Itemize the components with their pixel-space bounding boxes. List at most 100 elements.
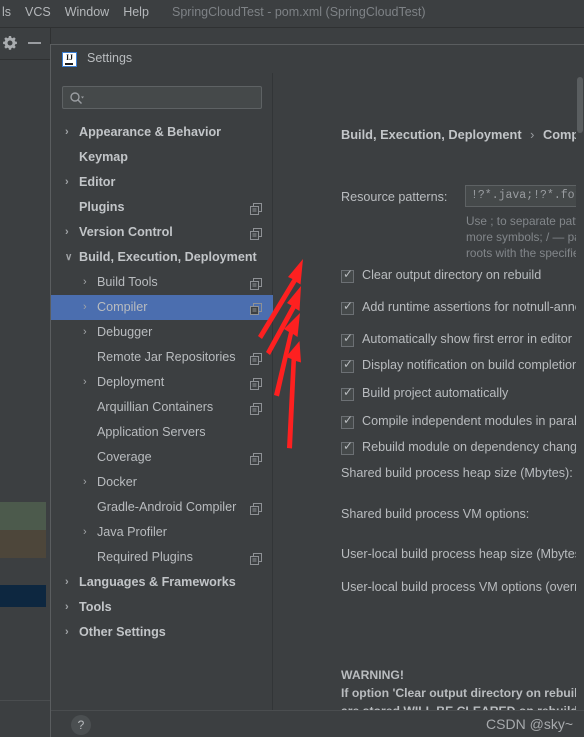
chevron-down-icon[interactable]: ∨ [65,245,72,270]
chevron-right-icon[interactable]: › [83,520,87,545]
checkbox-box[interactable]: ✓ [341,413,354,429]
check-icon: ✓ [343,299,354,313]
search-icon [69,91,84,106]
tree-item-application-servers[interactable]: Application Servers [51,420,273,445]
menu-item-ls[interactable]: ls [2,5,11,19]
tree-item-tools[interactable]: › Tools [51,595,273,620]
checkbox-label: Rebuild module on dependency change [362,440,584,454]
tree-item-keymap[interactable]: Keymap [51,145,273,170]
tree-item-label: Appearance & Behavior [79,125,222,139]
module-config-icon [250,350,263,365]
tree-item-label: Build, Execution, Deployment [79,250,257,264]
ide-bottom-strip [0,700,51,737]
intellij-logo-underline [65,62,73,65]
tree-item-label: Required Plugins [97,550,193,564]
tree-item-java-profiler[interactable]: › Java Profiler [51,520,273,545]
check-icon: ✓ [343,413,354,427]
help-button[interactable]: ? [71,715,91,735]
tree-item-compiler[interactable]: › Compiler [51,295,273,320]
tree-item-label: Application Servers [97,425,206,439]
ide-tool-strip [0,28,51,59]
tree-item-coverage[interactable]: Coverage [51,445,273,470]
check-icon: ✓ [343,331,354,345]
field-label-3: User-local build process heap size (Mbyt… [341,547,584,561]
tree-item-deployment[interactable]: › Deployment [51,370,273,395]
chevron-right-icon[interactable]: › [83,295,87,320]
breadcrumb-separator: › [530,127,535,142]
tree-item-label: Arquillian Containers [97,400,214,414]
chevron-right-icon[interactable]: › [65,170,69,195]
module-config-icon [250,550,263,565]
settings-tree[interactable]: › Appearance & Behavior Keymap › Editor Plugi… [51,120,273,645]
gear-icon[interactable] [2,35,18,51]
module-config-icon [250,500,263,515]
tree-item-arquillian-containers[interactable]: Arquillian Containers [51,395,273,420]
search-input[interactable] [62,86,262,109]
tree-item-editor[interactable]: › Editor [51,170,273,195]
chevron-right-icon[interactable]: › [65,120,69,145]
tree-item-languages-frameworks[interactable]: › Languages & Frameworks [51,570,273,595]
checkbox-box[interactable]: ✓ [341,440,354,455]
checkbox-box[interactable]: ✓ [341,267,354,283]
dialog-footer: ? CSDN @sky~ [51,710,584,737]
minimize-icon[interactable] [28,42,41,44]
checkbox-box[interactable]: ✓ [341,331,354,347]
watermark-text: CSDN @sky~ [486,716,573,732]
tree-item-build-execution-deployment[interactable]: ∨ Build, Execution, Deployment [51,245,273,270]
module-config-icon [250,200,263,215]
chevron-right-icon[interactable]: › [65,620,69,645]
chevron-right-icon[interactable]: › [65,570,69,595]
editor-stripe-green [0,502,46,530]
tree-item-label: Keymap [79,150,128,164]
field-label-1: Shared build process heap size (Mbytes): [341,466,573,480]
tree-item-version-control[interactable]: › Version Control [51,220,273,245]
chevron-right-icon[interactable]: › [65,595,69,620]
chevron-right-icon[interactable]: › [83,370,87,395]
checkbox-box[interactable]: ✓ [341,299,354,315]
content-scrollbar-thumb[interactable] [577,77,583,133]
settings-dialog: IJ Settings › Appearance & Behavior Keymap… [50,44,584,737]
editor-stripe-navy [0,585,46,607]
tree-item-label: Version Control [79,225,173,239]
checkbox-box[interactable]: ✓ [341,358,354,373]
tree-item-docker[interactable]: › Docker [51,470,273,495]
tree-item-required-plugins[interactable]: Required Plugins [51,545,273,570]
tree-item-debugger[interactable]: › Debugger [51,320,273,345]
checkbox-box[interactable]: ✓ [341,385,354,401]
dialog-title: Settings [87,51,133,65]
resource-patterns-hint: Use ; to separate patterns and ! more sym… [466,213,584,261]
tree-item-other-settings[interactable]: › Other Settings [51,620,273,645]
tree-item-label: Gradle-Android Compiler [97,500,237,514]
breadcrumb-root[interactable]: Build, Execution, Deployment [341,127,522,142]
menu-item-window[interactable]: Window [65,5,109,19]
menu-item-vcs[interactable]: VCS [25,5,51,19]
tree-item-label: Coverage [97,450,152,464]
module-config-icon [250,450,263,465]
chevron-right-icon[interactable]: › [83,320,87,345]
module-config-icon [250,225,263,240]
chevron-right-icon[interactable]: › [65,220,69,245]
tree-item-label: Java Profiler [97,525,167,539]
checkbox-label: Automatically show first error in editor [362,332,572,346]
warning-block: WARNING! If option 'Clear output directo… [341,666,584,710]
chevron-right-icon[interactable]: › [83,470,87,495]
check-icon: ✓ [343,385,354,399]
tree-item-remote-jar-repositories[interactable]: Remote Jar Repositories [51,345,273,370]
check-icon: ✓ [343,267,354,281]
content-scrollbar-track[interactable] [576,73,584,710]
dialog-title-bar: IJ Settings [51,45,584,73]
tree-item-label: Languages & Frameworks [79,575,236,589]
checkbox-label: Clear output directory on rebuild [362,268,542,282]
checkbox-label: Display notification on build completion [362,358,580,372]
menubar-divider [0,27,584,28]
tree-item-build-tools[interactable]: › Build Tools [51,270,273,295]
tree-item-label: Build Tools [97,275,158,289]
resource-patterns-input[interactable]: !?*.java;!?*.form;!?*.class; [465,185,584,207]
tree-item-appearance-behavior[interactable]: › Appearance & Behavior [51,120,273,145]
tree-item-plugins[interactable]: Plugins [51,195,273,220]
tree-item-gradle-android-compiler[interactable]: Gradle-Android Compiler [51,495,273,520]
tree-item-label: Other Settings [79,625,166,639]
editor-stripe-brown [0,530,46,558]
chevron-right-icon[interactable]: › [83,270,87,295]
menu-item-help[interactable]: Help [123,5,149,19]
